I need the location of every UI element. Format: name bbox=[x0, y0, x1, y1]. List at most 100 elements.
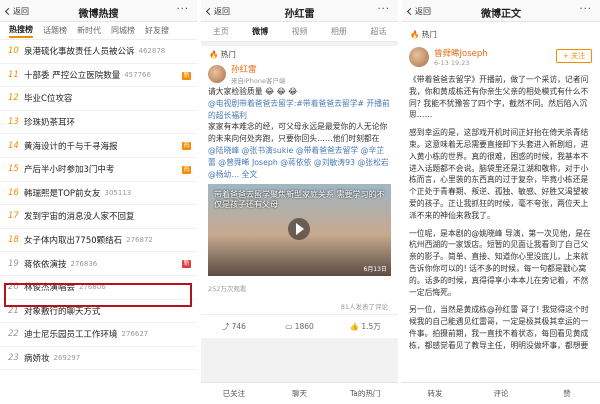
search-keyword: 迪士尼乐园员工工作环境 bbox=[24, 330, 118, 341]
list-item[interactable]: 10 泉港硫化事故责任人员被公诉 462878 bbox=[0, 40, 197, 64]
page-title: 微博热搜 bbox=[78, 9, 119, 20]
tab-1[interactable]: 微博 bbox=[240, 22, 279, 41]
hot-label: 🔥 热门 bbox=[201, 46, 398, 60]
username[interactable]: 曾舜晞Joseph bbox=[434, 47, 488, 59]
search-count: 276627 bbox=[121, 330, 149, 339]
search-keyword: 毕业C位攻容 bbox=[24, 94, 73, 105]
list-item[interactable]: 12 毕业C位攻容 bbox=[0, 87, 197, 111]
search-count: 269297 bbox=[53, 354, 81, 363]
page-title: 微博正文 bbox=[481, 9, 521, 20]
tab-bar: 热搜榜 话题榜 新时代 同城榜 好友搜 bbox=[0, 22, 197, 40]
like-button[interactable]: 👍 1.5万 bbox=[332, 321, 398, 332]
list-item[interactable]: 11 十部委 严控公立医院数量 457766 新 bbox=[0, 64, 197, 88]
paragraph: 一位呢，是本剧的@姚晓峰 导演，第一次见他，是在杭州西湖的一家饭店。短暂的见面让… bbox=[409, 228, 591, 297]
post-intro: 请大家检验质量 😂 😂 😂 bbox=[208, 87, 298, 96]
search-keyword: 黄海设计的千与千寻海报 bbox=[24, 141, 118, 152]
post-body-2: 家家有本难念的经，可父母永远是最爱你的人无论你的未来向何处奔跑，只要你回头……他… bbox=[208, 122, 388, 144]
list-item[interactable]: 15 产后半小时参加3门中考 热 bbox=[0, 158, 197, 182]
status-badge: 新 bbox=[182, 71, 191, 80]
post-body-1[interactable]: @电视剧带着爸爸去留学:#带着爸爸去留学# 开播前的超长福利 bbox=[208, 98, 391, 122]
rank-number: 21 bbox=[8, 305, 19, 316]
list-item[interactable]: 17 发到宇宙的消息没人家不回复 bbox=[0, 205, 197, 229]
rank-number: 11 bbox=[8, 69, 19, 80]
search-keyword: 十部委 严控公立医院数量 bbox=[24, 70, 121, 81]
more-icon[interactable]: ··· bbox=[176, 4, 189, 15]
page-title: 孙红雷 bbox=[284, 9, 315, 20]
tab-2[interactable]: 视频 bbox=[280, 22, 319, 41]
post-header: 曾舜晞Joseph 6-13 19:23 + 关注 bbox=[402, 40, 600, 74]
list-item[interactable]: 13 珍珠奶茶耳环 bbox=[0, 111, 197, 135]
search-count: 276836 bbox=[70, 259, 98, 268]
play-icon[interactable] bbox=[288, 218, 310, 241]
rank-number: 23 bbox=[8, 353, 19, 364]
rank-number: 22 bbox=[8, 329, 19, 340]
comment-button[interactable]: ▭ 1860 bbox=[267, 322, 333, 331]
video-caption: 带着爸爸去留学聚焦新型家庭关系 需要学习的不仅是孩子还有父母 bbox=[214, 190, 385, 210]
post-meta: 6-13 19:23 bbox=[434, 59, 470, 67]
post-meta: 来自iPhone客户端 bbox=[231, 77, 286, 85]
rank-number: 10 bbox=[8, 46, 19, 57]
video-thumbnail[interactable]: 带着爸爸去留学聚焦新型家庭关系 需要学习的不仅是孩子还有父母 6月13日 bbox=[208, 184, 391, 277]
rank-number: 12 bbox=[8, 93, 19, 104]
bottom-action-2[interactable]: 赞 bbox=[534, 388, 600, 399]
post-actions: ⤴ 746 ▭ 1860 👍 1.5万 bbox=[201, 314, 398, 339]
search-keyword: 女子体内取出7750颗结石 bbox=[24, 236, 123, 247]
tab-3[interactable]: 同城榜 bbox=[111, 25, 135, 36]
rank-number: 13 bbox=[8, 117, 19, 128]
bottom-action-1[interactable]: 聊天 bbox=[267, 388, 333, 399]
search-keyword: 发到宇宙的消息没人家不回复 bbox=[24, 212, 135, 223]
tab-0[interactable]: 热搜榜 bbox=[9, 24, 33, 38]
status-badge: 热 bbox=[182, 165, 191, 174]
post-body-3[interactable]: @陆晓峰 @张书演sukie @带着爸爸去留学 @辛芷蕾 @曾舜晞 Joseph… bbox=[208, 145, 391, 180]
search-keyword: 泉港硫化事故责任人员被公诉 bbox=[24, 47, 135, 58]
view-count: 252万次观看 bbox=[208, 285, 247, 294]
bottom-action-0[interactable]: 已关注 bbox=[201, 388, 267, 399]
tab-3[interactable]: 相册 bbox=[319, 22, 358, 41]
search-keyword: 韩瑞熙是TOP前女友 bbox=[24, 188, 101, 199]
tab-4[interactable]: 好友搜 bbox=[145, 25, 169, 36]
list-item[interactable]: 22 迪士尼乐园员工工作环境 276627 bbox=[0, 323, 197, 347]
search-count: 462878 bbox=[138, 47, 166, 56]
bottom-bar: 已关注 聊天 Ta的热门 bbox=[201, 382, 398, 404]
post-detail-panel: 返回 微博正文 ··· 🔥 热门 曾舜晞Joseph 6-13 19:23 + … bbox=[402, 0, 600, 404]
status-badge: 新 bbox=[182, 260, 191, 269]
profile-tabs: 主页 微博 视频 相册 超话 bbox=[201, 22, 398, 42]
tab-0[interactable]: 主页 bbox=[201, 22, 240, 41]
comment-note: 81人发表了评论 bbox=[201, 298, 398, 315]
profile-panel: 返回 孙红雷 ··· 主页 微博 视频 相册 超话 🔥 热门 孙红雷 来自iPhone客… bbox=[201, 0, 398, 404]
bottom-action-2[interactable]: Ta的热门 bbox=[332, 388, 398, 399]
avatar[interactable] bbox=[208, 65, 226, 83]
list-item[interactable]: 14 黄海设计的千与千寻海报 热 bbox=[0, 134, 197, 158]
list-item[interactable]: 19 蒋依依演技 276836 新 bbox=[0, 252, 197, 276]
weibo-post: 孙红雷 来自iPhone客户端 请大家检验质量 😂 😂 😂 @电视剧带着爸爸去留… bbox=[201, 60, 398, 299]
top-bar: 返回 微博正文 ··· bbox=[402, 0, 600, 22]
paragraph: 感到幸运的是，这部戏开机时间正好抬在倚天杀青结束。这意味着无忌需要直接卸下头套进… bbox=[409, 128, 589, 220]
paragraph: 《带着爸爸去留学》开播前，做了一个采访，记者问我，你和黄成栋还有你亲生父亲的相处… bbox=[409, 75, 589, 120]
bottom-action-1[interactable]: 评论 bbox=[468, 388, 534, 399]
more-icon[interactable]: ··· bbox=[377, 4, 390, 15]
tab-1[interactable]: 话题榜 bbox=[43, 25, 67, 36]
search-count: 457766 bbox=[124, 70, 151, 79]
follow-button[interactable]: + 关注 bbox=[555, 49, 592, 63]
search-keyword: 珍珠奶茶耳环 bbox=[24, 118, 76, 129]
highlight-box bbox=[4, 283, 192, 307]
search-count: 305113 bbox=[104, 188, 132, 197]
username[interactable]: 孙红雷 bbox=[231, 63, 285, 75]
paragraph: 另一位，当然是黄成栋@孙红雷 哥了! 我觉得这个时候我的自己能遇见红雷哥，一定是… bbox=[409, 305, 589, 350]
search-keyword: 产后半小时参加3门中考 bbox=[24, 165, 115, 176]
rank-number: 18 bbox=[8, 235, 19, 246]
tab-2[interactable]: 新时代 bbox=[77, 25, 101, 36]
rank-number: 15 bbox=[8, 164, 19, 175]
avatar[interactable] bbox=[409, 47, 429, 67]
more-icon[interactable]: ··· bbox=[579, 4, 592, 15]
list-item[interactable]: 18 女子体内取出7750颗结石 276872 bbox=[0, 229, 197, 253]
list-item[interactable]: 23 病娇妆 269297 bbox=[0, 347, 197, 371]
repost-button[interactable]: ⤴ 746 bbox=[201, 321, 267, 332]
list-item[interactable]: 16 韩瑞熙是TOP前女友 305113 bbox=[0, 182, 197, 206]
tab-4[interactable]: 超话 bbox=[359, 22, 398, 41]
bottom-action-0[interactable]: 转发 bbox=[402, 388, 468, 399]
search-keyword: 病娇妆 bbox=[24, 354, 50, 365]
top-bar: 返回 微博热搜 ··· bbox=[0, 0, 197, 22]
rank-number: 16 bbox=[8, 187, 19, 198]
video-date: 6月13日 bbox=[363, 266, 387, 274]
